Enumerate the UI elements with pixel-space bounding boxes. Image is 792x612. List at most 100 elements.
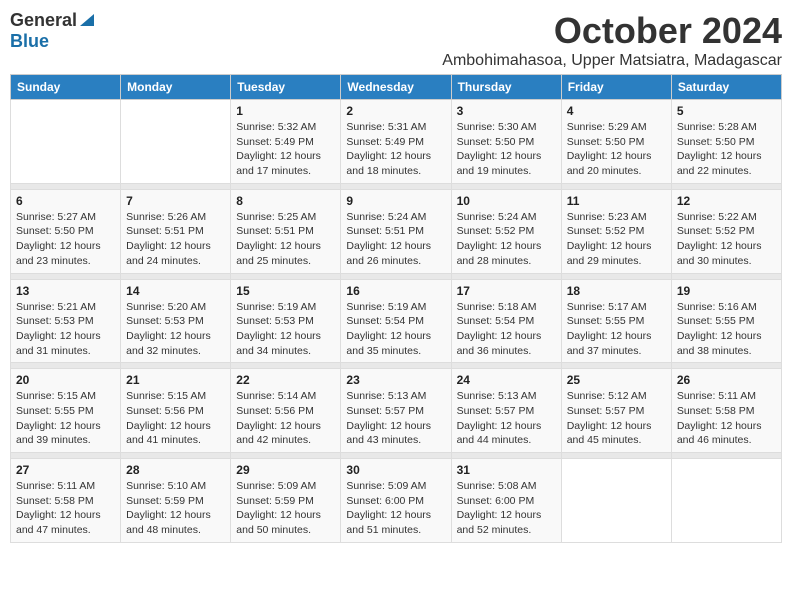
day-number: 9 xyxy=(346,194,445,208)
day-number: 23 xyxy=(346,373,445,387)
page-header: General Blue October 2024 Ambohimahasoa,… xyxy=(10,10,782,70)
week-row-5: 27 Sunrise: 5:11 AMSunset: 5:58 PMDayligh… xyxy=(11,459,782,543)
calendar-cell: 11 Sunrise: 5:23 AMSunset: 5:52 PMDayligh… xyxy=(561,189,671,273)
day-number: 8 xyxy=(236,194,335,208)
calendar-cell xyxy=(561,459,671,543)
day-number: 29 xyxy=(236,463,335,477)
day-number: 26 xyxy=(677,373,776,387)
day-number: 14 xyxy=(126,284,225,298)
day-info: Sunrise: 5:24 AMSunset: 5:52 PMDaylight:… xyxy=(457,210,556,269)
calendar-cell: 26 Sunrise: 5:11 AMSunset: 5:58 PMDayligh… xyxy=(671,369,781,453)
header-wednesday: Wednesday xyxy=(341,75,451,100)
calendar-table: Sunday Monday Tuesday Wednesday Thursday… xyxy=(10,74,782,543)
day-number: 31 xyxy=(457,463,556,477)
day-info: Sunrise: 5:19 AMSunset: 5:54 PMDaylight:… xyxy=(346,300,445,359)
day-number: 25 xyxy=(567,373,666,387)
day-number: 2 xyxy=(346,104,445,118)
day-number: 21 xyxy=(126,373,225,387)
day-number: 20 xyxy=(16,373,115,387)
month-title: October 2024 xyxy=(442,10,782,52)
day-info: Sunrise: 5:13 AMSunset: 5:57 PMDaylight:… xyxy=(346,389,445,448)
day-number: 4 xyxy=(567,104,666,118)
day-number: 27 xyxy=(16,463,115,477)
week-row-3: 13 Sunrise: 5:21 AMSunset: 5:53 PMDayligh… xyxy=(11,279,782,363)
calendar-cell: 6Sunrise: 5:27 AMSunset: 5:50 PMDaylight… xyxy=(11,189,121,273)
day-number: 22 xyxy=(236,373,335,387)
day-info: Sunrise: 5:29 AMSunset: 5:50 PMDaylight:… xyxy=(567,120,666,179)
calendar-cell: 9Sunrise: 5:24 AMSunset: 5:51 PMDaylight… xyxy=(341,189,451,273)
header-tuesday: Tuesday xyxy=(231,75,341,100)
calendar-cell: 13 Sunrise: 5:21 AMSunset: 5:53 PMDayligh… xyxy=(11,279,121,363)
calendar-cell: 3 Sunrise: 5:30 AMSunset: 5:50 PMDaylight… xyxy=(451,100,561,184)
day-info: Sunrise: 5:08 AMSunset: 6:00 PMDaylight:… xyxy=(457,479,556,538)
logo-icon xyxy=(78,10,96,28)
week-row-1: 1Sunrise: 5:32 AMSunset: 5:49 PMDaylight… xyxy=(11,100,782,184)
calendar-cell xyxy=(121,100,231,184)
calendar-cell: 1Sunrise: 5:32 AMSunset: 5:49 PMDaylight… xyxy=(231,100,341,184)
day-info: Sunrise: 5:17 AMSunset: 5:55 PMDaylight:… xyxy=(567,300,666,359)
calendar-cell: 22 Sunrise: 5:14 AMSunset: 5:56 PMDayligh… xyxy=(231,369,341,453)
day-info: Sunrise: 5:12 AMSunset: 5:57 PMDaylight:… xyxy=(567,389,666,448)
day-number: 16 xyxy=(346,284,445,298)
day-info: Sunrise: 5:32 AMSunset: 5:49 PMDaylight:… xyxy=(236,120,335,179)
day-info: Sunrise: 5:09 AMSunset: 6:00 PMDaylight:… xyxy=(346,479,445,538)
day-info: Sunrise: 5:11 AMSunset: 5:58 PMDaylight:… xyxy=(677,389,776,448)
day-info: Sunrise: 5:27 AMSunset: 5:50 PMDaylight:… xyxy=(16,210,115,269)
day-info: Sunrise: 5:09 AMSunset: 5:59 PMDaylight:… xyxy=(236,479,335,538)
calendar-cell: 7Sunrise: 5:26 AMSunset: 5:51 PMDaylight… xyxy=(121,189,231,273)
day-info: Sunrise: 5:16 AMSunset: 5:55 PMDaylight:… xyxy=(677,300,776,359)
day-info: Sunrise: 5:10 AMSunset: 5:59 PMDaylight:… xyxy=(126,479,225,538)
day-number: 17 xyxy=(457,284,556,298)
title-block: October 2024 Ambohimahasoa, Upper Matsia… xyxy=(442,10,782,70)
calendar-cell xyxy=(11,100,121,184)
day-info: Sunrise: 5:15 AMSunset: 5:56 PMDaylight:… xyxy=(126,389,225,448)
calendar-cell: 18 Sunrise: 5:17 AMSunset: 5:55 PMDayligh… xyxy=(561,279,671,363)
day-info: Sunrise: 5:13 AMSunset: 5:57 PMDaylight:… xyxy=(457,389,556,448)
day-number: 10 xyxy=(457,194,556,208)
day-number: 5 xyxy=(677,104,776,118)
calendar-cell: 8Sunrise: 5:25 AMSunset: 5:51 PMDaylight… xyxy=(231,189,341,273)
day-info: Sunrise: 5:19 AMSunset: 5:53 PMDaylight:… xyxy=(236,300,335,359)
calendar-cell: 31 Sunrise: 5:08 AMSunset: 6:00 PMDayligh… xyxy=(451,459,561,543)
week-row-2: 6Sunrise: 5:27 AMSunset: 5:50 PMDaylight… xyxy=(11,189,782,273)
day-number: 18 xyxy=(567,284,666,298)
header-friday: Friday xyxy=(561,75,671,100)
calendar-cell: 17Sunrise: 5:18 AMSunset: 5:54 PMDayligh… xyxy=(451,279,561,363)
calendar-cell: 19 Sunrise: 5:16 AMSunset: 5:55 PMDayligh… xyxy=(671,279,781,363)
day-info: Sunrise: 5:26 AMSunset: 5:51 PMDaylight:… xyxy=(126,210,225,269)
day-number: 15 xyxy=(236,284,335,298)
location: Ambohimahasoa, Upper Matsiatra, Madagasc… xyxy=(442,52,782,70)
day-info: Sunrise: 5:14 AMSunset: 5:56 PMDaylight:… xyxy=(236,389,335,448)
header-monday: Monday xyxy=(121,75,231,100)
calendar-cell: 30 Sunrise: 5:09 AMSunset: 6:00 PMDayligh… xyxy=(341,459,451,543)
day-info: Sunrise: 5:20 AMSunset: 5:53 PMDaylight:… xyxy=(126,300,225,359)
header-thursday: Thursday xyxy=(451,75,561,100)
calendar-cell xyxy=(671,459,781,543)
day-info: Sunrise: 5:21 AMSunset: 5:53 PMDaylight:… xyxy=(16,300,115,359)
calendar-cell: 15 Sunrise: 5:19 AMSunset: 5:53 PMDayligh… xyxy=(231,279,341,363)
logo: General Blue xyxy=(10,10,96,52)
day-info: Sunrise: 5:28 AMSunset: 5:50 PMDaylight:… xyxy=(677,120,776,179)
day-number: 28 xyxy=(126,463,225,477)
day-number: 12 xyxy=(677,194,776,208)
calendar-cell: 27 Sunrise: 5:11 AMSunset: 5:58 PMDayligh… xyxy=(11,459,121,543)
day-number: 24 xyxy=(457,373,556,387)
calendar-cell: 2Sunrise: 5:31 AMSunset: 5:49 PMDaylight… xyxy=(341,100,451,184)
calendar-cell: 29 Sunrise: 5:09 AMSunset: 5:59 PMDayligh… xyxy=(231,459,341,543)
logo-blue: Blue xyxy=(10,31,49,51)
day-number: 19 xyxy=(677,284,776,298)
day-number: 13 xyxy=(16,284,115,298)
day-number: 30 xyxy=(346,463,445,477)
day-number: 11 xyxy=(567,194,666,208)
day-info: Sunrise: 5:30 AMSunset: 5:50 PMDaylight:… xyxy=(457,120,556,179)
calendar-cell: 25 Sunrise: 5:12 AMSunset: 5:57 PMDayligh… xyxy=(561,369,671,453)
day-info: Sunrise: 5:23 AMSunset: 5:52 PMDaylight:… xyxy=(567,210,666,269)
day-number: 3 xyxy=(457,104,556,118)
logo-general: General xyxy=(10,10,77,31)
calendar-cell: 24 Sunrise: 5:13 AMSunset: 5:57 PMDayligh… xyxy=(451,369,561,453)
header-sunday: Sunday xyxy=(11,75,121,100)
day-info: Sunrise: 5:22 AMSunset: 5:52 PMDaylight:… xyxy=(677,210,776,269)
day-info: Sunrise: 5:11 AMSunset: 5:58 PMDaylight:… xyxy=(16,479,115,538)
calendar-cell: 20Sunrise: 5:15 AMSunset: 5:55 PMDayligh… xyxy=(11,369,121,453)
week-row-4: 20Sunrise: 5:15 AMSunset: 5:55 PMDayligh… xyxy=(11,369,782,453)
